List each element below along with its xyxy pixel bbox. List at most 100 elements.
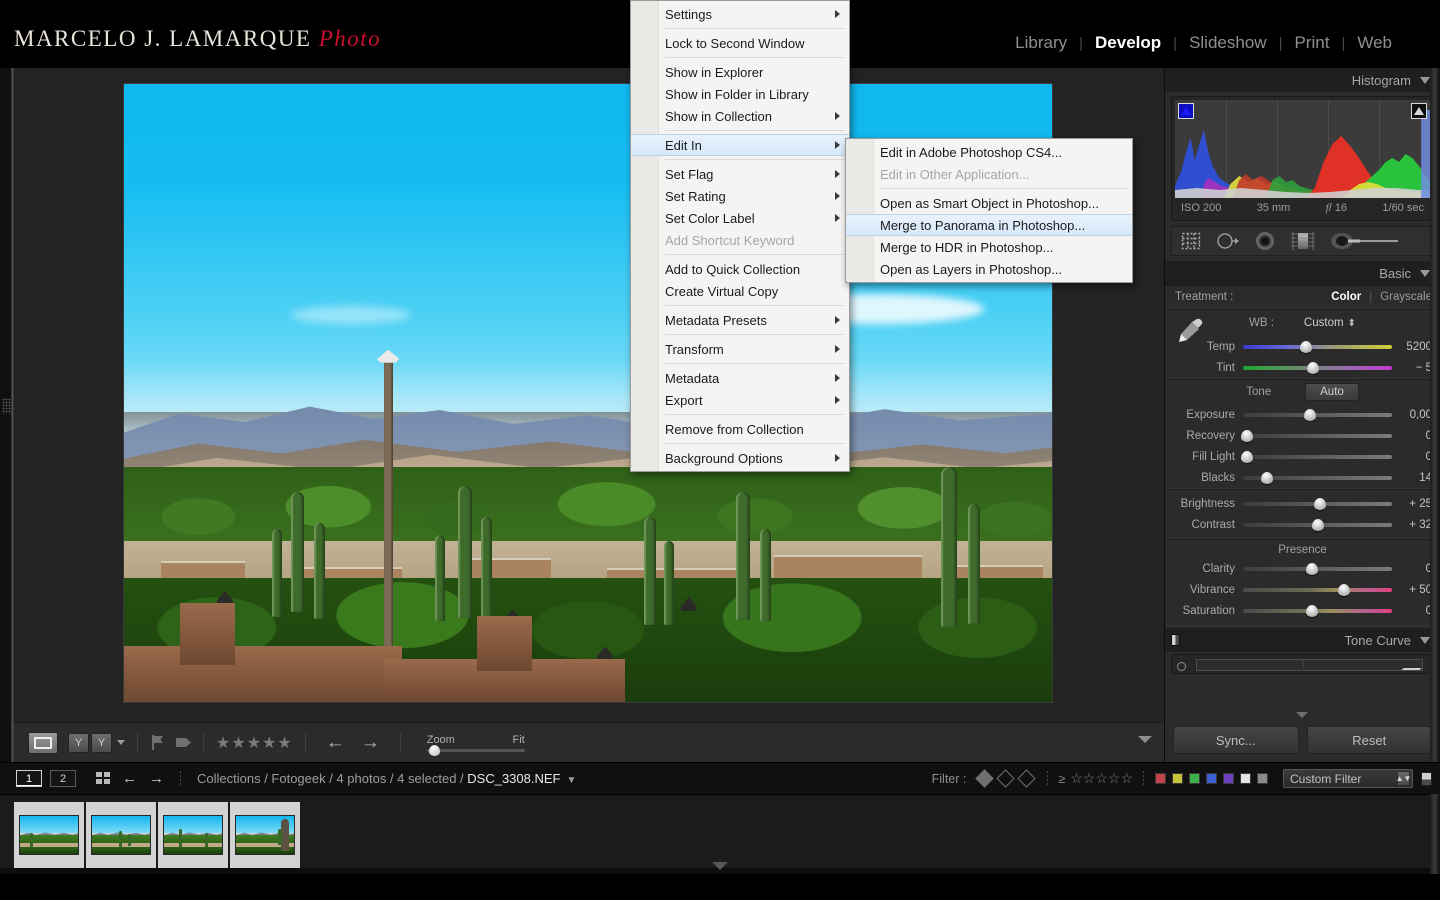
- before-after-y-button[interactable]: Y: [68, 732, 89, 753]
- color-label-red[interactable]: [1155, 773, 1166, 784]
- wb-stepper-icon[interactable]: ⬍: [1348, 318, 1356, 329]
- eyedropper-icon[interactable]: [1175, 316, 1205, 342]
- menu-item-metadata[interactable]: Metadata: [631, 367, 849, 389]
- graduated-filter-icon[interactable]: [1290, 231, 1316, 251]
- zoom-slider-knob[interactable]: [428, 744, 440, 756]
- previous-photo-arrow[interactable]: ←: [318, 732, 353, 754]
- slider-track[interactable]: [1243, 340, 1392, 353]
- slider-blacks[interactable]: Blacks 14: [1165, 467, 1440, 488]
- menu-item-create-virtual-copy[interactable]: Create Virtual Copy: [631, 280, 849, 302]
- slider-knob[interactable]: [1299, 340, 1312, 353]
- module-print[interactable]: Print: [1282, 33, 1341, 53]
- rating-filter-stars[interactable]: ☆☆☆☆☆: [1070, 770, 1133, 787]
- submenu-item-merge-to-panorama[interactable]: Merge to Panorama in Photoshop...: [846, 214, 1132, 236]
- back-arrow-icon[interactable]: ←: [122, 770, 137, 787]
- slider-knob[interactable]: [1260, 471, 1273, 484]
- slider-recovery[interactable]: Recovery 0: [1165, 425, 1440, 446]
- module-develop[interactable]: Develop: [1083, 33, 1173, 53]
- panel-end-caret-icon[interactable]: [1295, 712, 1308, 718]
- chevron-down-icon[interactable]: [1420, 76, 1430, 84]
- module-library[interactable]: Library: [1003, 33, 1079, 53]
- menu-item-remove-from-collection[interactable]: Remove from Collection: [631, 418, 849, 440]
- slider-track[interactable]: [1243, 518, 1392, 531]
- filmstrip-right-edge[interactable]: [1430, 794, 1440, 874]
- list-item[interactable]: [14, 801, 84, 868]
- list-item[interactable]: [158, 801, 228, 868]
- histogram-panel-header[interactable]: Histogram: [1165, 68, 1440, 92]
- flag-filter-flagged-icon[interactable]: [975, 769, 995, 788]
- next-photo-arrow[interactable]: →: [353, 732, 388, 754]
- sync-button[interactable]: Sync...: [1173, 726, 1299, 754]
- zoom-slider-track[interactable]: [426, 744, 525, 756]
- slider-knob[interactable]: [1305, 604, 1318, 617]
- slider-track[interactable]: [1241, 450, 1392, 463]
- color-label-green[interactable]: [1189, 773, 1200, 784]
- grid-view-icon[interactable]: [96, 772, 110, 785]
- slider-knob[interactable]: [1241, 450, 1254, 463]
- breadcrumb[interactable]: Collections / Fotogeek / 4 photos / 4 se…: [197, 771, 576, 786]
- menu-item-show-in-folder-in-library[interactable]: Show in Folder in Library: [631, 83, 849, 105]
- menu-item-background-options[interactable]: Background Options: [631, 447, 849, 469]
- context-menu[interactable]: Settings Lock to Second Window Show in E…: [630, 0, 850, 472]
- slider-knob[interactable]: [1307, 361, 1320, 374]
- forward-arrow-icon[interactable]: →: [149, 770, 164, 787]
- color-label-blue[interactable]: [1206, 773, 1217, 784]
- treatment-color-option[interactable]: Color: [1331, 291, 1361, 303]
- stepper-icon[interactable]: ▲▼: [1396, 771, 1411, 786]
- red-eye-icon[interactable]: [1254, 231, 1276, 251]
- slider-track[interactable]: [1243, 497, 1392, 510]
- filmstrip[interactable]: [0, 794, 1440, 874]
- submenu-item-open-as-smart-object[interactable]: Open as Smart Object in Photoshop...: [846, 192, 1132, 214]
- chevron-down-icon[interactable]: [1420, 269, 1430, 277]
- reset-button[interactable]: Reset: [1306, 726, 1432, 754]
- tone-curve-panel-header[interactable]: Tone Curve: [1165, 628, 1440, 652]
- color-label-purple[interactable]: [1223, 773, 1234, 784]
- target-adjustment-icon[interactable]: [1177, 662, 1186, 671]
- slider-saturation[interactable]: Saturation 0: [1165, 600, 1440, 621]
- auto-tone-button[interactable]: Auto: [1305, 383, 1359, 401]
- menu-item-show-in-collection[interactable]: Show in Collection: [631, 105, 849, 127]
- flag-icon[interactable]: [150, 735, 164, 750]
- slider-track[interactable]: [1243, 604, 1392, 617]
- loupe-view-icon[interactable]: [28, 731, 58, 754]
- flag-filter-unflagged-icon[interactable]: [996, 769, 1016, 788]
- slider-track[interactable]: [1243, 583, 1392, 596]
- tone-curve-plot[interactable]: [1196, 659, 1423, 671]
- adjustment-brush-icon[interactable]: [1330, 231, 1400, 251]
- slider-brightness[interactable]: Brightness + 25: [1165, 493, 1440, 514]
- list-item[interactable]: [230, 801, 300, 868]
- slider-knob[interactable]: [1338, 583, 1351, 596]
- menu-item-transform[interactable]: Transform: [631, 338, 849, 360]
- menu-item-lock-to-second-window[interactable]: Lock to Second Window: [631, 32, 849, 54]
- rating-operator[interactable]: ≥: [1058, 772, 1065, 786]
- histogram-graph[interactable]: [1175, 100, 1430, 198]
- menu-item-set-rating[interactable]: Set Rating: [631, 185, 849, 207]
- slider-track[interactable]: [1241, 429, 1392, 442]
- left-panel-grip-icon[interactable]: [2, 398, 11, 414]
- color-label-icon[interactable]: [176, 738, 191, 747]
- zoom-slider-group[interactable]: Zoom Fit: [426, 734, 525, 756]
- slider-track[interactable]: [1243, 408, 1392, 421]
- wb-value[interactable]: Custom: [1304, 317, 1344, 329]
- menu-item-metadata-presets[interactable]: Metadata Presets: [631, 309, 849, 331]
- menu-item-add-to-quick-collection[interactable]: Add to Quick Collection: [631, 258, 849, 280]
- menu-item-settings[interactable]: Settings: [631, 3, 849, 25]
- menu-item-set-color-label[interactable]: Set Color Label: [631, 207, 849, 229]
- basic-panel-header[interactable]: Basic: [1165, 261, 1440, 285]
- tone-curve-toggle-switch[interactable]: [1171, 634, 1180, 646]
- menu-item-edit-in[interactable]: Edit In: [631, 134, 849, 156]
- filmstrip-collapse-icon[interactable]: [712, 862, 728, 870]
- slider-clarity[interactable]: Clarity 0: [1165, 558, 1440, 579]
- slider-track[interactable]: [1243, 562, 1392, 575]
- submenu-item-edit-in-photoshop[interactable]: Edit in Adobe Photoshop CS4...: [846, 141, 1132, 163]
- menu-item-show-in-explorer[interactable]: Show in Explorer: [631, 61, 849, 83]
- crop-overlay-icon[interactable]: [1180, 231, 1202, 251]
- page-indicator-1[interactable]: 1: [16, 770, 42, 787]
- tone-curve-preview[interactable]: [1171, 654, 1434, 674]
- treatment-grayscale-option[interactable]: Grayscale: [1380, 291, 1432, 303]
- custom-filter-select[interactable]: Custom Filter ▲▼: [1283, 769, 1413, 788]
- before-after-y2-button[interactable]: Y: [91, 732, 112, 753]
- chevron-down-icon[interactable]: [117, 740, 125, 745]
- slider-contrast[interactable]: Contrast + 32: [1165, 514, 1440, 535]
- toolbar-toggle-icon[interactable]: [1138, 736, 1152, 743]
